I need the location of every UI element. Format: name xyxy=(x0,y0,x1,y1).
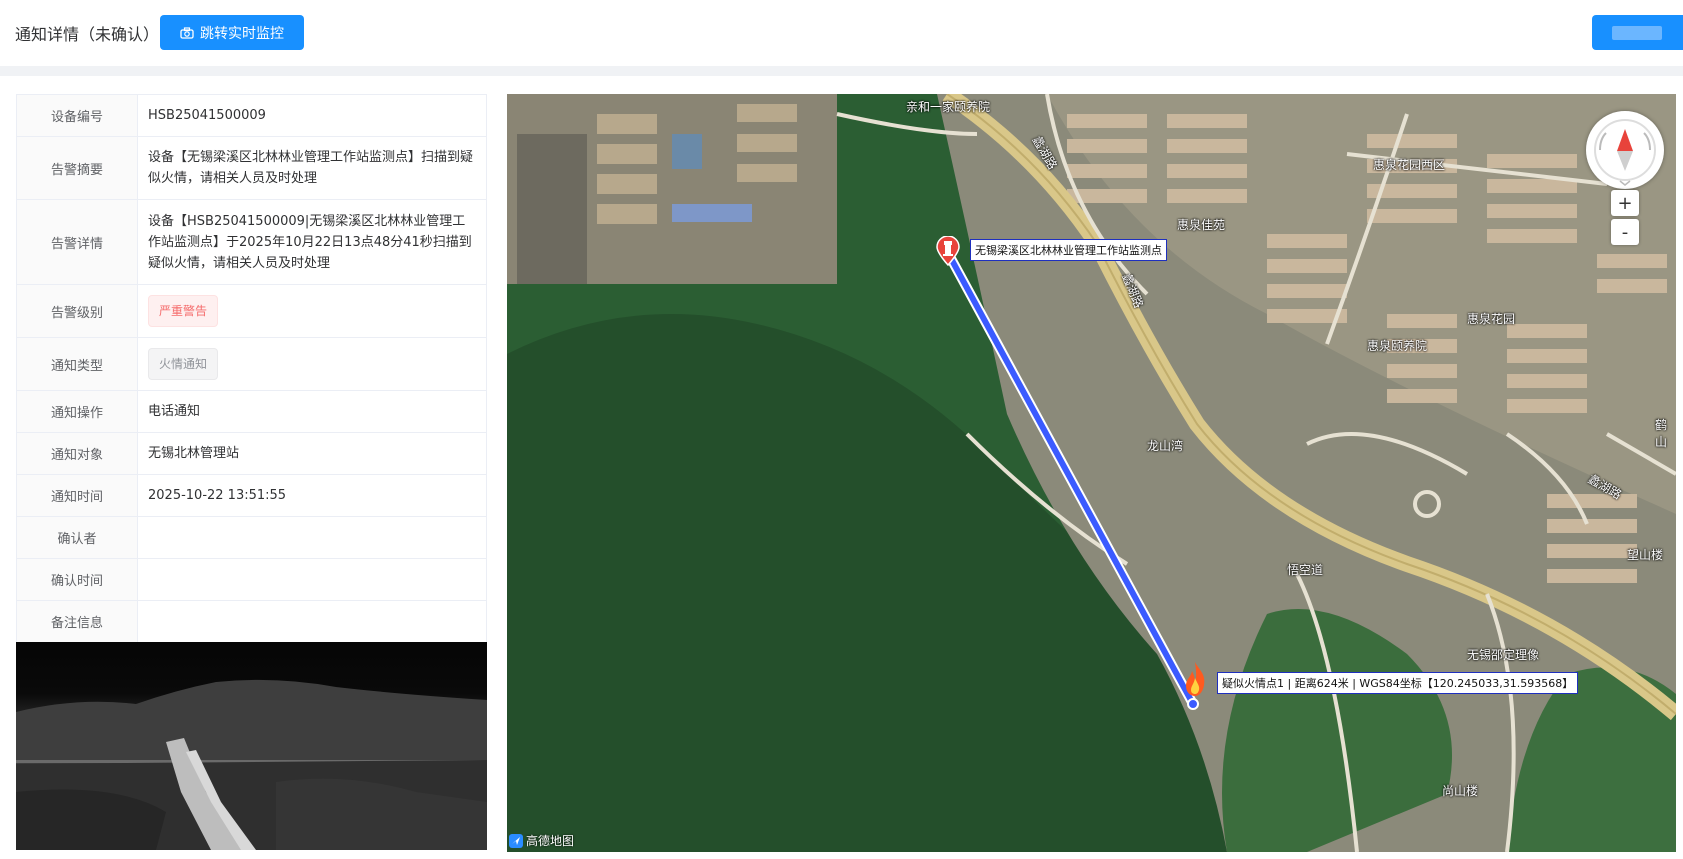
zoom-in-button[interactable]: + xyxy=(1611,190,1639,216)
row-label: 告警详情 xyxy=(17,200,138,284)
device-id-value: HSB25041500009 xyxy=(148,108,266,123)
row-label: 确认时间 xyxy=(17,559,138,600)
page-title: 通知详情（未确认） xyxy=(15,25,160,44)
table-row: 通知对象 无锡北林管理站 xyxy=(17,433,486,475)
row-label: 通知时间 xyxy=(17,475,138,516)
device-marker-label: 无锡梁溪区北林林业管理工作站监测点 xyxy=(970,239,1167,261)
row-label: 备注信息 xyxy=(17,601,138,642)
place-label: 亲和一家颐养院 xyxy=(906,100,991,114)
place-label: 龙山湾 xyxy=(1147,439,1184,453)
row-label: 设备编号 xyxy=(17,95,138,136)
notify-target-value: 无锡北林管理站 xyxy=(148,446,240,461)
row-label: 告警级别 xyxy=(17,285,138,337)
compass-icon xyxy=(1594,119,1656,186)
notify-time-value: 2025-10-22 13:51:55 xyxy=(148,488,287,503)
monitor-button-label: 跳转实时监控 xyxy=(200,25,284,42)
place-label: 悟空道 xyxy=(1287,563,1324,577)
alarm-detail-value: 设备【HSB25041500009|无锡梁溪区北林林业管理工作站监测点】于202… xyxy=(148,213,472,271)
row-label: 通知对象 xyxy=(17,433,138,474)
place-label: 无锡邵定理像 xyxy=(1467,648,1540,662)
table-row: 通知类型 火情通知 xyxy=(17,338,486,391)
alarm-summary-value: 设备【无锡梁溪区北林林业管理工作站监测点】扫描到疑似火情，请相关人员及时处理 xyxy=(148,150,474,186)
notification-info-table: 设备编号 HSB25041500009 告警摘要 设备【无锡梁溪区北林林业管理工… xyxy=(16,94,487,643)
table-row: 告警详情 设备【HSB25041500009|无锡梁溪区北林林业管理工作站监测点… xyxy=(17,200,486,285)
place-label: 望山楼 xyxy=(1627,548,1664,562)
row-label: 确认者 xyxy=(17,517,138,558)
amap-logo-icon xyxy=(509,833,523,848)
table-row: 告警摘要 设备【无锡梁溪区北林林业管理工作站监测点】扫描到疑似火情，请相关人员及… xyxy=(17,137,486,200)
fire-marker-label: 疑似火情点1 | 距离624米 | WGS84坐标【120.245033,31.… xyxy=(1217,672,1579,694)
device-marker-icon[interactable] xyxy=(935,236,961,266)
fire-marker-icon[interactable] xyxy=(1182,660,1208,698)
header-divider xyxy=(0,66,1683,76)
place-label: 惠泉佳苑 xyxy=(1177,218,1226,232)
row-label: 通知类型 xyxy=(17,338,138,390)
notify-type-tag: 火情通知 xyxy=(148,348,219,380)
place-label: 惠泉花园西区 xyxy=(1373,158,1446,172)
place-label: 鹤山 xyxy=(1655,418,1668,449)
alarm-level-tag: 严重警告 xyxy=(148,295,219,327)
row-label: 告警摘要 xyxy=(17,137,138,199)
row-label: 通知操作 xyxy=(17,391,138,432)
table-row: 告警级别 严重警告 xyxy=(17,285,486,338)
table-row: 确认时间 xyxy=(17,559,486,601)
map-provider-name: 高德地图 xyxy=(526,834,575,848)
table-row: 备注信息 xyxy=(17,601,486,643)
page-header: 通知详情（未确认） 跳转实时监控 xyxy=(0,0,1683,66)
confirmer-value xyxy=(138,517,486,558)
map-provider-logo: 高德地图 xyxy=(509,832,574,849)
monitor-button[interactable]: 跳转实时监控 xyxy=(160,15,304,50)
user-button[interactable] xyxy=(1592,15,1683,50)
thermal-snapshot-image[interactable] xyxy=(16,642,487,850)
table-row: 确认者 xyxy=(17,517,486,559)
place-label: 惠泉颐养院 xyxy=(1367,339,1428,353)
notify-action-value: 电话通知 xyxy=(148,404,201,419)
confirm-time-value xyxy=(138,559,486,600)
camera-icon xyxy=(180,26,194,39)
place-label: 惠泉花园 xyxy=(1467,312,1516,326)
table-row: 通知时间 2025-10-22 13:51:55 xyxy=(17,475,486,517)
place-label: 尚山楼 xyxy=(1442,784,1479,798)
map-panel[interactable]: 无锡梁溪区北林林业管理工作站监测点 疑似火情点1 | 距离624米 | WGS8… xyxy=(507,94,1676,852)
thermal-scene xyxy=(16,679,487,850)
zoom-out-button[interactable]: - xyxy=(1611,219,1639,245)
user-name-blurred xyxy=(1612,26,1662,40)
remark-value xyxy=(138,601,486,642)
route-line xyxy=(943,248,1199,710)
map-compass[interactable] xyxy=(1586,111,1664,189)
table-row: 通知操作 电话通知 xyxy=(17,391,486,433)
table-row: 设备编号 HSB25041500009 xyxy=(17,95,486,137)
